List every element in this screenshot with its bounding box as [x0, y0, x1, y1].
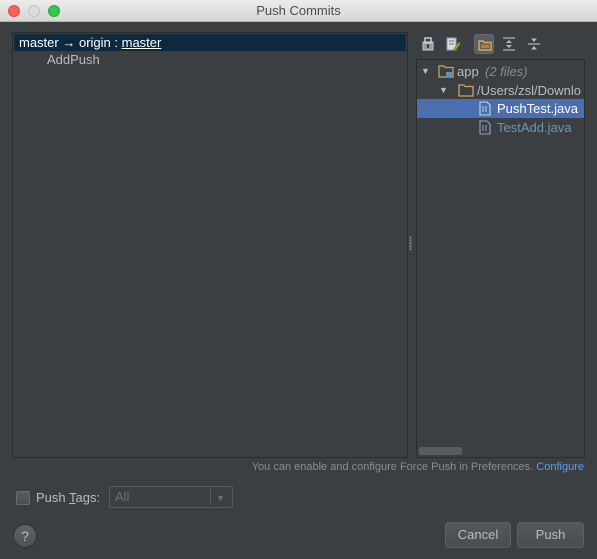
changed-files-tree: ▼ app (2 files) ▼ /Users/zsl/Downlo Push…: [416, 59, 585, 458]
push-tags-label-end: ags:: [75, 490, 101, 505]
splitter-handle[interactable]: [409, 236, 412, 250]
push-tags-select[interactable]: All ▼: [109, 486, 233, 508]
expand-all-icon[interactable]: [499, 34, 519, 54]
tree-node-file-selected[interactable]: PushTest.java: [417, 99, 584, 118]
push-tags-label-start: Push: [36, 490, 70, 505]
tree-expand-arrow-icon[interactable]: ▼: [421, 62, 433, 81]
tree-node-module[interactable]: ▼ app (2 files): [417, 62, 584, 81]
force-push-info: You can enable and configure Force Push …: [252, 461, 584, 473]
collapse-all-icon[interactable]: [524, 34, 544, 54]
push-arrow-icon: →: [62, 35, 76, 50]
push-tags-label[interactable]: Push Tags:: [36, 489, 100, 507]
module-file-count: (2 files): [485, 64, 528, 79]
tree-node-file[interactable]: TestAdd.java: [417, 118, 584, 140]
push-tags-checkbox[interactable]: [16, 491, 30, 505]
directory-path: /Users/zsl/Downlo: [477, 83, 582, 98]
commit-message: AddPush: [47, 52, 100, 67]
configure-link[interactable]: Configure: [536, 461, 584, 473]
branch-row[interactable]: master → origin : master: [14, 34, 406, 51]
push-button[interactable]: Push: [517, 522, 584, 548]
cancel-button[interactable]: Cancel: [445, 522, 511, 548]
zoom-window-button[interactable]: [48, 5, 60, 17]
file-name: PushTest.java: [497, 101, 578, 116]
tree-expand-arrow-icon[interactable]: ▼: [439, 81, 451, 100]
edit-source-icon[interactable]: [443, 34, 463, 54]
help-button[interactable]: ?: [13, 524, 37, 548]
java-file-icon: [479, 120, 491, 140]
horizontal-scrollbar[interactable]: [419, 447, 462, 455]
title-bar: Push Commits: [0, 0, 597, 22]
group-by-directory-icon[interactable]: [474, 34, 494, 54]
push-commits-dialog: Push Commits master → origin : master Ad…: [0, 0, 597, 559]
file-name: TestAdd.java: [497, 120, 572, 135]
remote-prefix-label: origin :: [78, 35, 122, 50]
force-push-info-text: You can enable and configure Force Push …: [251, 461, 537, 473]
commit-item[interactable]: AddPush: [47, 52, 100, 68]
remote-branch-link[interactable]: master: [122, 35, 162, 50]
tree-node-directory[interactable]: ▼ /Users/zsl/Downlo: [417, 81, 584, 100]
local-branch-label: master: [19, 35, 59, 50]
window-title: Push Commits: [256, 3, 341, 18]
group-by-module-icon[interactable]: [418, 34, 438, 54]
minimize-window-button[interactable]: [28, 5, 40, 17]
module-name: app: [457, 64, 479, 79]
chevron-down-icon: ▼: [216, 493, 225, 503]
select-divider: [210, 489, 211, 505]
push-tags-select-value: All: [115, 489, 130, 504]
commits-tree-panel: master → origin : master AddPush: [12, 32, 408, 458]
close-window-button[interactable]: [8, 5, 20, 17]
